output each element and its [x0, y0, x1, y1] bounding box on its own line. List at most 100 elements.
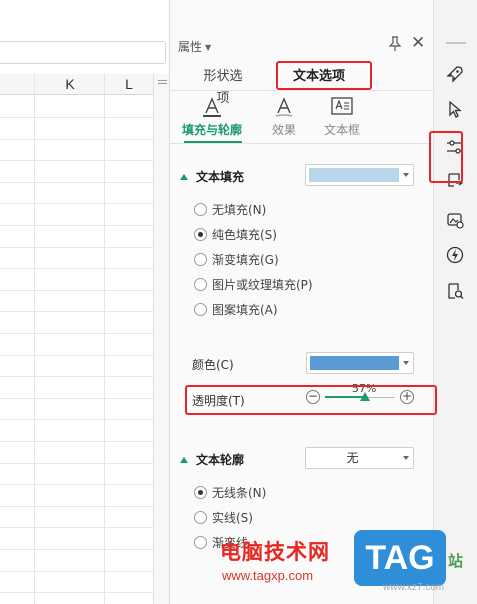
text-fill-icon	[203, 97, 221, 117]
subtab-label: 文本框	[323, 123, 360, 137]
grid-line	[0, 527, 153, 528]
lightning-icon[interactable]	[445, 245, 465, 265]
subtab-fill-outline[interactable]: 填充与轮廓	[180, 95, 244, 138]
subtab-text-box[interactable]: 文本框	[310, 95, 374, 138]
grid-line	[0, 592, 153, 593]
radio-label: 无填充(N)	[212, 203, 267, 217]
radio-label: 图案填充(A)	[212, 303, 278, 317]
watermark-url-secondary: www.xz7.com	[383, 582, 445, 593]
grid-line	[0, 355, 153, 356]
grid-line	[0, 268, 153, 269]
grid-line	[0, 506, 153, 507]
dropdown-arrow-icon	[403, 456, 409, 460]
tab-shape-options[interactable]: 形状选项	[198, 66, 248, 106]
panel-title-label: 属性	[178, 40, 203, 54]
panel-title[interactable]: 属性 ▼	[178, 38, 211, 55]
subtab-effects[interactable]: 效果	[252, 95, 316, 138]
radio-no-line[interactable]: 无线条(N)	[194, 485, 266, 501]
radio-label: 无线条(N)	[212, 486, 267, 500]
scroll-grip-icon[interactable]	[158, 80, 167, 81]
vertical-scrollbar[interactable]	[153, 74, 169, 604]
grid-line	[0, 182, 153, 183]
collapse-caret-icon[interactable]	[180, 174, 188, 180]
spreadsheet-area: K L	[0, 0, 170, 604]
section-title: 文本填充	[196, 170, 245, 184]
grid-line	[0, 463, 153, 464]
dropdown-arrow-icon	[403, 173, 409, 177]
grid-line	[0, 225, 153, 226]
grid-line	[0, 247, 153, 248]
text-box-icon	[331, 97, 353, 115]
radio-label: 纯色填充(S)	[212, 228, 277, 242]
highlight-transparency-row	[185, 385, 437, 415]
radio-gradient-fill[interactable]: 渐变填充(G)	[194, 252, 279, 268]
divider	[170, 90, 434, 91]
subtab-label: 填充与轮廓	[181, 123, 242, 137]
column-header-k[interactable]: K	[35, 74, 105, 95]
section-text-fill[interactable]: 文本填充	[180, 168, 244, 185]
grid-line	[0, 376, 153, 377]
radio-picture-fill[interactable]: 图片或纹理填充(P)	[194, 277, 313, 293]
radio-circle[interactable]	[194, 203, 207, 216]
radio-circle[interactable]	[194, 278, 207, 291]
watermark-site: 站	[448, 552, 464, 570]
color-dropdown[interactable]	[306, 352, 414, 374]
highlight-properties-button	[429, 131, 463, 183]
column-header-l[interactable]: L	[105, 74, 153, 95]
radio-label: 渐变填充(G)	[212, 253, 279, 267]
radio-circle[interactable]	[194, 303, 207, 316]
radio-circle[interactable]	[194, 536, 207, 549]
radio-solid-line[interactable]: 实线(S)	[194, 510, 253, 526]
pin-icon[interactable]	[388, 36, 402, 52]
highlight-text-options-tab	[276, 61, 372, 90]
right-toolbar	[434, 0, 477, 604]
dropdown-arrow-icon	[403, 361, 409, 365]
radio-label: 实线(S)	[212, 511, 253, 525]
properties-panel: 属性 ▼ ✕ 形状选项 文本选项 填充与轮廓 效果 文本框 文本填充 无填充(N…	[170, 0, 434, 604]
grid-line	[104, 74, 105, 604]
divider	[170, 143, 434, 144]
dropdown-value: 无	[346, 451, 359, 465]
grid-line	[0, 203, 153, 204]
grid-line	[0, 398, 153, 399]
grid-line	[0, 160, 153, 161]
radio-pattern-fill[interactable]: 图案填充(A)	[194, 302, 278, 318]
radio-solid-fill[interactable]: 纯色填充(S)	[194, 227, 277, 243]
subtab-label: 效果	[271, 123, 296, 137]
color-swatch	[310, 356, 399, 370]
section-title: 文本轮廓	[196, 453, 245, 467]
grid-line	[0, 484, 153, 485]
radio-circle[interactable]	[194, 511, 207, 524]
radio-circle[interactable]	[194, 253, 207, 266]
cursor-arrow-icon[interactable]	[445, 99, 465, 119]
rocket-icon[interactable]	[445, 64, 465, 84]
grid-line	[0, 571, 153, 572]
grid-line	[34, 74, 35, 604]
close-icon[interactable]: ✕	[411, 34, 425, 52]
formula-bar[interactable]	[0, 41, 166, 64]
fill-color-dropdown[interactable]	[305, 164, 414, 186]
grid-line	[0, 290, 153, 291]
collapse-caret-icon[interactable]	[180, 457, 188, 463]
grid-line	[0, 311, 153, 312]
color-label: 颜色(C)	[192, 358, 234, 372]
color-swatch	[309, 168, 399, 182]
image-tools-icon[interactable]	[445, 210, 465, 230]
section-text-outline[interactable]: 文本轮廓	[180, 451, 244, 468]
outline-dropdown[interactable]: 无	[305, 447, 414, 469]
grid-line	[0, 117, 153, 118]
watermark-url: www.tagxp.com	[222, 568, 314, 583]
radio-circle[interactable]	[194, 228, 207, 241]
grid-line	[0, 549, 153, 550]
caret-down-icon[interactable]: ▼	[205, 43, 211, 52]
radio-circle[interactable]	[194, 486, 207, 499]
grid-line	[0, 333, 153, 334]
column-header: K L	[0, 74, 153, 95]
radio-no-fill[interactable]: 无填充(N)	[194, 202, 266, 218]
text-effect-icon	[275, 97, 293, 117]
watermark-badge: TAG	[354, 530, 446, 586]
grid-line	[0, 419, 153, 420]
reader-search-icon[interactable]	[445, 281, 465, 301]
grid-line	[0, 441, 153, 442]
grid-line	[0, 139, 153, 140]
